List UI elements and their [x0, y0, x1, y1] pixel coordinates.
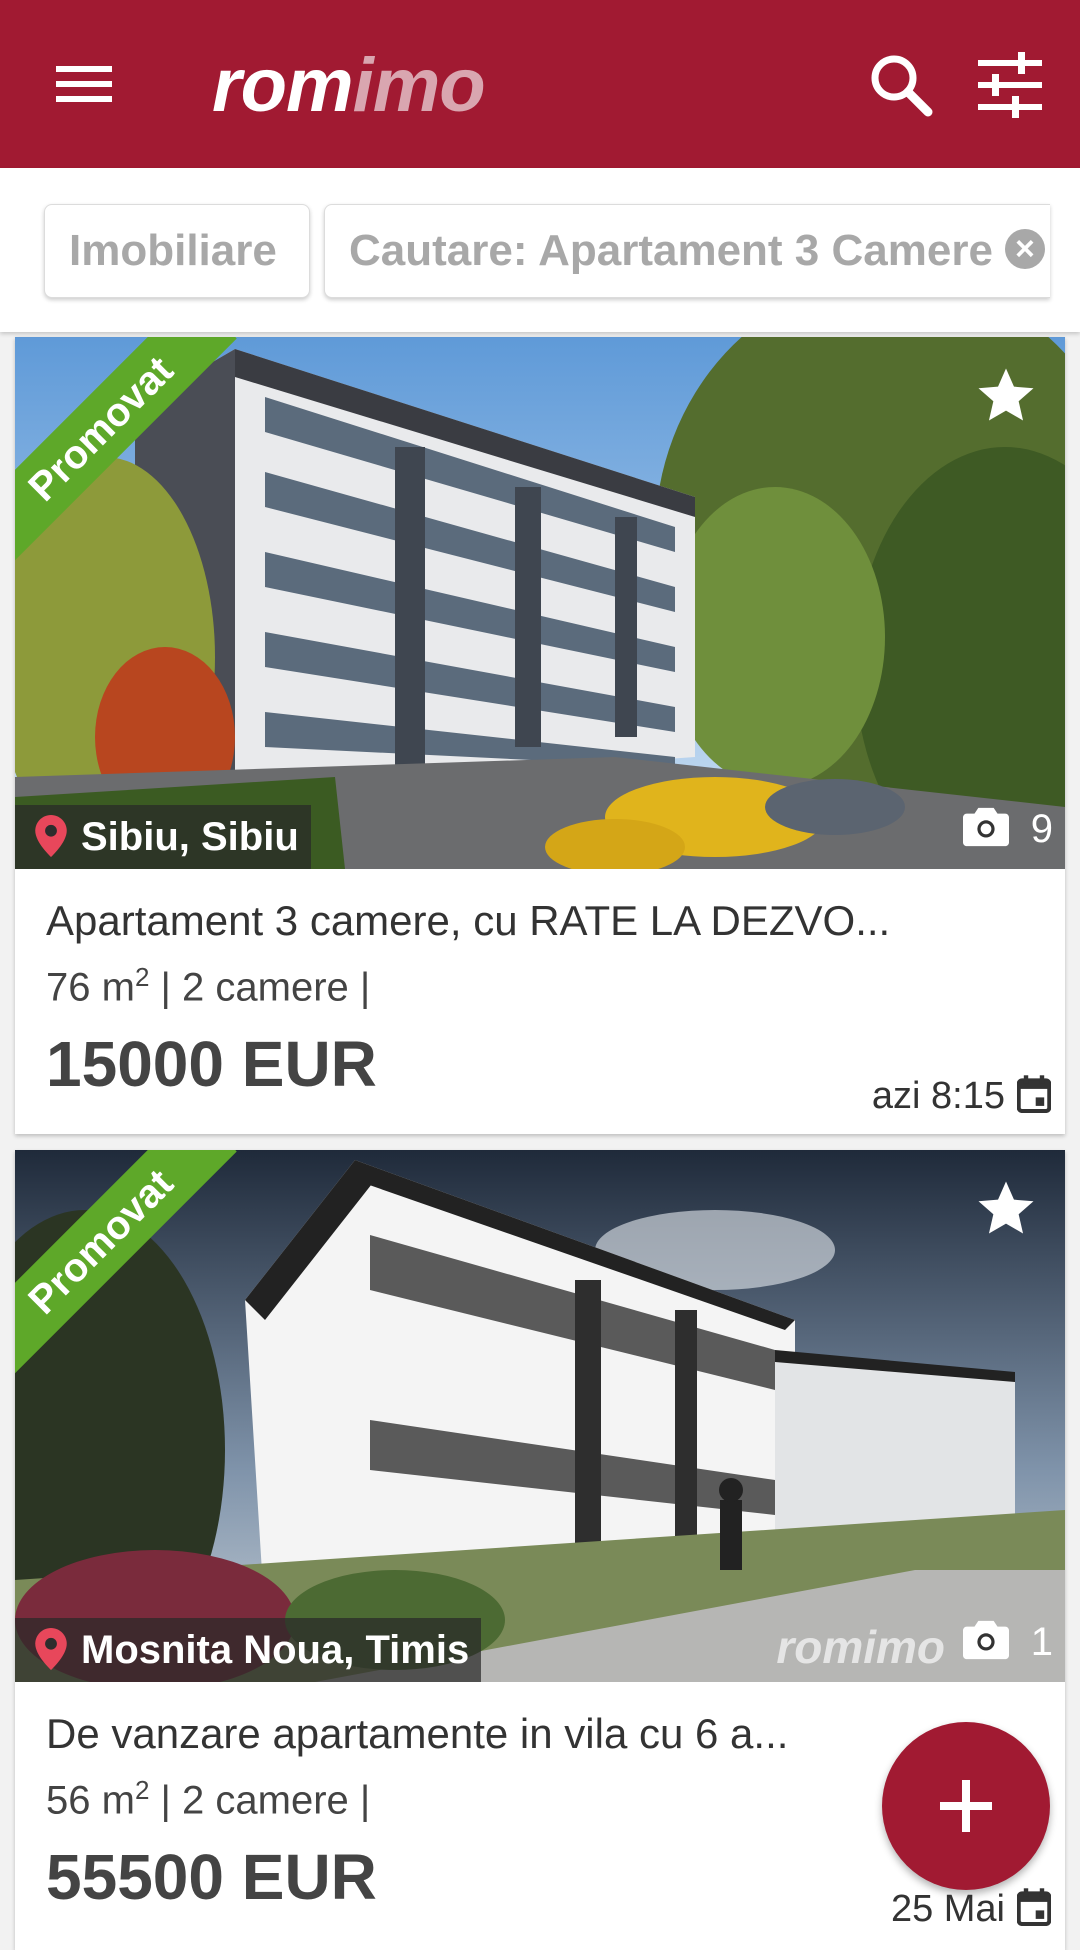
- photo-count: 1: [962, 1618, 1053, 1666]
- category-chip[interactable]: Imobiliare: [44, 204, 310, 298]
- listing-location: Mosnita Noua, Timis: [15, 1618, 482, 1682]
- category-chip-label: Imobiliare: [69, 226, 277, 275]
- hamburger-menu-icon[interactable]: [42, 48, 126, 120]
- plus-icon: [940, 1780, 992, 1832]
- app-logo[interactable]: romimo: [212, 36, 486, 136]
- logo-text-primary: rom: [212, 43, 354, 128]
- listing-area-unit-sup: 2: [134, 962, 150, 992]
- favorite-star-icon[interactable]: [973, 1176, 1039, 1242]
- listing-area: 76 m: [46, 965, 135, 1010]
- listing-card[interactable]: Promovat Sibiu, Sibiu 9 Apartament 3 cam…: [15, 337, 1065, 1134]
- calendar-icon: [1016, 1888, 1052, 1927]
- location-pin-icon: [35, 1628, 67, 1671]
- listing-rooms: | 2 camere |: [149, 965, 371, 1010]
- listing-date: 25 Mai: [890, 1888, 1052, 1931]
- app-bar: romimo: [0, 0, 1080, 168]
- search-query-chip-label: Cautare: Apartament 3 Camere: [349, 226, 993, 275]
- listing-rooms: | 2 camere |: [149, 1778, 371, 1823]
- listing-date-text: azi 8:15: [871, 1075, 1005, 1117]
- location-text: Sibiu, Sibiu: [81, 815, 299, 859]
- favorite-star-icon[interactable]: [973, 363, 1039, 429]
- listing-area: 56 m: [46, 1778, 135, 1823]
- listing-photo-image: [15, 337, 1065, 869]
- listing-details: 76 m2 | 2 camere |: [46, 962, 370, 1010]
- photo-count-text: 1: [1030, 1620, 1053, 1664]
- listing-location: Sibiu, Sibiu: [15, 805, 311, 869]
- listing-photo[interactable]: Promovat Sibiu, Sibiu 9: [15, 337, 1065, 869]
- camera-icon: [962, 1621, 1009, 1660]
- photo-watermark: romimo: [776, 1621, 945, 1673]
- photo-count: 9: [962, 805, 1053, 853]
- listing-price: 55500 EUR: [46, 1841, 377, 1913]
- listing-photo-image: [15, 1150, 1065, 1682]
- photo-count-text: 9: [1030, 807, 1053, 851]
- listing-details: 56 m2 | 2 camere |: [46, 1775, 370, 1823]
- search-icon[interactable]: [858, 44, 942, 124]
- listing-area-unit-sup: 2: [134, 1775, 150, 1805]
- listing-date-text: 25 Mai: [890, 1888, 1005, 1930]
- listing-title[interactable]: Apartament 3 camere, cu RATE LA DEZVO...: [46, 897, 1036, 945]
- tune-sliders-icon[interactable]: [968, 44, 1052, 124]
- listing-price: 15000 EUR: [46, 1028, 377, 1100]
- camera-icon: [962, 808, 1009, 847]
- filter-chip-bar: Imobiliare Cautare: Apartament 3 Camere ×: [0, 168, 1080, 332]
- location-text: Mosnita Noua, Timis: [81, 1628, 470, 1672]
- listing-photo[interactable]: Promovat romimo Mosnita Noua, Timis 1: [15, 1150, 1065, 1682]
- location-pin-icon: [35, 815, 67, 858]
- search-query-chip[interactable]: Cautare: Apartament 3 Camere ×: [324, 204, 1050, 298]
- calendar-icon: [1016, 1075, 1052, 1114]
- listing-date: azi 8:15: [871, 1075, 1052, 1118]
- close-circle-icon[interactable]: ×: [1004, 229, 1045, 270]
- logo-text-secondary: imo: [352, 43, 486, 128]
- add-listing-button[interactable]: [882, 1722, 1050, 1890]
